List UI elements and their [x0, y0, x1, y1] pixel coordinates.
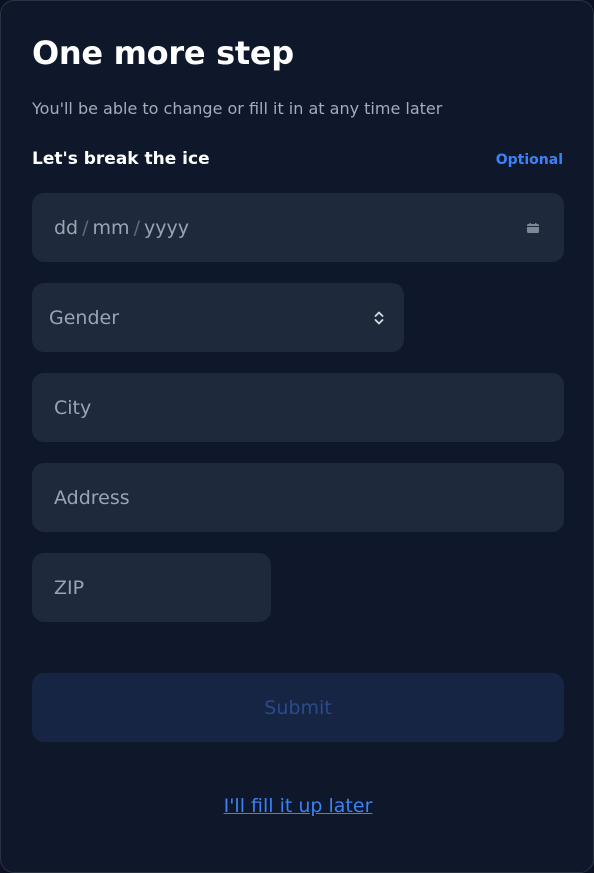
page-subtitle: You'll be able to change or fill it in a…: [32, 99, 443, 118]
birthdate-input[interactable]: dd / mm / yyyy: [32, 193, 564, 262]
section-label: Let's break the ice: [32, 149, 210, 169]
optional-badge: Optional: [495, 152, 563, 168]
date-separator: /: [133, 216, 140, 239]
page-title: One more step: [32, 34, 294, 72]
chevron-up-down-icon: [374, 311, 384, 324]
date-year-segment[interactable]: yyyy: [144, 217, 189, 239]
address-input[interactable]: [32, 463, 564, 532]
gender-select[interactable]: Gender: [32, 283, 404, 352]
submit-button[interactable]: Submit: [32, 673, 564, 742]
date-month-segment[interactable]: mm: [93, 217, 130, 239]
date-day-segment[interactable]: dd: [54, 217, 78, 239]
city-input[interactable]: [32, 373, 564, 442]
gender-select-value: Gender: [49, 306, 120, 329]
zip-input[interactable]: [32, 553, 271, 622]
date-separator: /: [82, 216, 89, 239]
calendar-icon[interactable]: [527, 223, 539, 233]
form-card: One more step You'll be able to change o…: [0, 0, 594, 873]
fill-later-link[interactable]: I'll fill it up later: [1, 795, 593, 817]
